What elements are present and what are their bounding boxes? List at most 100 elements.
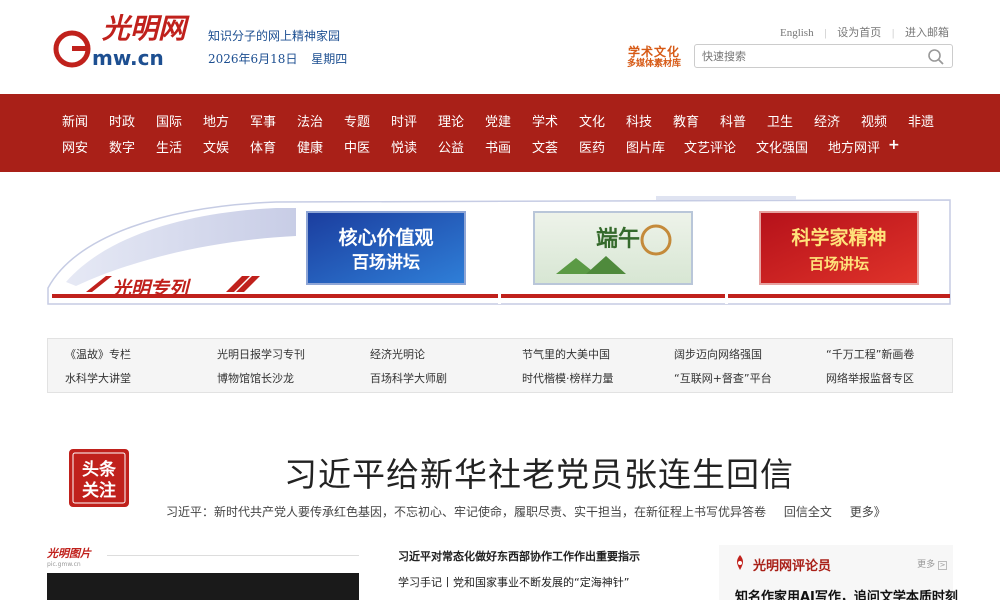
card2-text: 端午 — [596, 226, 640, 252]
quick-links-box: 《温故》专栏 光明日报学习专刊 经济光明论 节气里的大美中国 阔步迈向网络强国 … — [47, 338, 953, 393]
card3-line1: 科学家精神 — [791, 226, 886, 249]
nav-item[interactable]: 中医 — [344, 137, 391, 157]
nav-item[interactable]: 地方 — [203, 111, 250, 131]
nav-item[interactable]: 经济 — [814, 111, 861, 131]
news-item[interactable]: 习近平对常态化做好东西部协作工作作出重要指示 — [398, 548, 640, 564]
nav-item[interactable]: 专题 — [344, 111, 391, 131]
nav-item[interactable]: 视频 — [861, 111, 908, 131]
current-date: 2026年6月18日 星期四 — [208, 50, 357, 67]
quick-link[interactable]: 博物馆馆长沙龙 — [217, 370, 294, 386]
more-label: 更多 — [917, 560, 936, 570]
nav-row-1: 新闻 时政 国际 地方 军事 法治 专题 时评 理论 党建 学术 文化 科技 教育 科普 卫生 经济 视频 非遗 — [62, 111, 955, 131]
nav-item[interactable]: 文荟 — [532, 137, 579, 157]
email-link[interactable]: 进入邮箱 — [905, 27, 949, 39]
quick-link[interactable]: “千万工程”新画卷 — [826, 346, 914, 362]
nav-item[interactable]: 文化 — [579, 111, 626, 131]
headline-summary[interactable]: 习近平：新时代共产党人要传承红色基因，不忘初心、牢记使命，履职尽责、实干担当，在… — [166, 505, 766, 519]
site-header: 光明网 mw.cn 知识分子的网上精神家园 2026年6月18日 星期四 Eng… — [0, 0, 1000, 94]
arrow-box-icon: > — [938, 561, 947, 570]
nav-item[interactable]: 新闻 — [62, 111, 109, 131]
seal-line1: 头条 — [82, 459, 117, 480]
nav-item[interactable]: 教育 — [673, 111, 720, 131]
commentator-panel: 光明网评论员 更多 > 知名作家用AI写作，追问文学本质时刻 — [719, 545, 958, 600]
nav-item[interactable]: 公益 — [438, 137, 485, 157]
nav-item[interactable]: 健康 — [297, 137, 344, 157]
full-letter-link[interactable]: 回信全文 — [784, 505, 832, 519]
nav-item[interactable]: 理论 — [438, 111, 485, 131]
search-box[interactable] — [694, 44, 953, 68]
nav-item[interactable]: 卫生 — [767, 111, 814, 131]
quick-link[interactable]: 光明日报学习专刊 — [217, 346, 305, 362]
nav-item[interactable]: 法治 — [297, 111, 344, 131]
quick-link[interactable]: 网络举报监督专区 — [826, 370, 914, 386]
news-list: 习近平对常态化做好东西部协作工作作出重要指示 学习手记丨党和国家事业不断发展的“… — [398, 548, 640, 590]
search-input[interactable] — [695, 45, 915, 68]
picture-thumbnail[interactable] — [47, 573, 359, 600]
nav-item[interactable]: 文娱 — [203, 137, 250, 157]
main-nav: 新闻 时政 国际 地方 军事 法治 专题 时评 理论 党建 学术 文化 科技 教育 科普 卫生 经济 视频 非遗 网… — [0, 94, 1000, 172]
card1-line1: 核心价值观 — [338, 226, 433, 249]
nav-item[interactable]: 非遗 — [908, 111, 955, 131]
quick-link[interactable]: 时代楷模·榜样力量 — [522, 370, 614, 386]
nav-item[interactable]: 军事 — [250, 111, 297, 131]
nav-item[interactable]: 科普 — [720, 111, 767, 131]
more-link[interactable]: 更多》 — [850, 505, 886, 519]
set-homepage-link[interactable]: 设为首页 — [837, 27, 881, 39]
quick-link[interactable]: “互联网+督查”平台 — [674, 370, 772, 386]
nav-item[interactable]: 国际 — [156, 111, 203, 131]
train-label: 光明专列 — [111, 278, 191, 300]
nav-item[interactable]: 时评 — [391, 111, 438, 131]
nav-item[interactable]: 医药 — [579, 137, 626, 157]
nav-item[interactable]: 体育 — [250, 137, 297, 157]
search-icon[interactable] — [927, 48, 945, 66]
commentator-more-link[interactable]: 更多 > — [917, 557, 947, 570]
pictures-logo-text: 光明图片 — [47, 547, 91, 560]
nav-item[interactable]: 网安 — [62, 137, 109, 157]
divider: | — [892, 27, 895, 39]
site-slogan: 知识分子的网上精神家园 — [208, 29, 341, 43]
nav-expand-button[interactable]: + — [888, 137, 900, 157]
date-text: 2026年6月18日 — [208, 52, 298, 66]
nav-item[interactable]: 科技 — [626, 111, 673, 131]
nav-item[interactable]: 生活 — [156, 137, 203, 157]
card3-line2: 百场讲坛 — [809, 255, 869, 273]
nav-item[interactable]: 书画 — [485, 137, 532, 157]
svg-text:光明网: 光明网 — [101, 12, 190, 45]
nav-item[interactable]: 数字 — [109, 137, 156, 157]
headline-title[interactable]: 习近平给新华社老党员张连生回信 — [284, 448, 794, 496]
quick-link[interactable]: 阔步迈向网络强国 — [674, 346, 762, 362]
quick-link[interactable]: 水科学大讲堂 — [65, 370, 131, 386]
divider: | — [824, 27, 827, 39]
english-link[interactable]: English — [780, 27, 814, 39]
news-item[interactable]: 学习手记丨党和国家事业不断发展的“定海神针” — [398, 574, 640, 590]
nav-item[interactable]: 图片库 — [626, 137, 684, 157]
gmw-logo[interactable]: 光明网 mw.cn — [52, 12, 202, 72]
quick-link[interactable]: 百场科学大师剧 — [370, 370, 447, 386]
svg-text:mw.cn: mw.cn — [92, 46, 164, 70]
headline-seal-icon: 头条 关注 — [69, 449, 129, 507]
xswh-library-logo[interactable]: 学术文化 多媒体素材库 — [620, 46, 688, 70]
divider — [107, 555, 359, 556]
pictures-logo[interactable]: 光明图片 pic.gmw.cn — [47, 545, 91, 568]
commentator-headline[interactable]: 知名作家用AI写作，追问文学本质时刻 — [735, 586, 958, 600]
nav-item[interactable]: 文艺评论 — [684, 137, 756, 157]
card1-line2: 百场讲坛 — [352, 252, 420, 273]
commentator-title[interactable]: 光明网评论员 — [753, 555, 831, 574]
nav-item[interactable]: 悦读 — [391, 137, 438, 157]
nav-row-2: 网安 数字 生活 文娱 体育 健康 中医 悦读 公益 书画 文荟 医药 图片库 文艺评论 文化强国 地方网评 + — [62, 137, 900, 157]
weekday-text: 星期四 — [311, 52, 348, 66]
nav-item[interactable]: 党建 — [485, 111, 532, 131]
nav-item[interactable]: 地方网评 — [828, 137, 890, 157]
quick-link[interactable]: 节气里的大美中国 — [522, 346, 610, 362]
guangming-express-banner[interactable]: 光明专列 核心价值观 百场讲坛 端午 科学家精神 百场讲坛 — [46, 196, 953, 308]
nav-item[interactable]: 时政 — [109, 111, 156, 131]
nav-item[interactable]: 文化强国 — [756, 137, 828, 157]
commentator-icon — [737, 555, 743, 570]
quick-link[interactable]: 《温故》专栏 — [65, 346, 131, 362]
pictures-logo-sub: pic.gmw.cn — [47, 561, 81, 568]
headline-subline: 习近平：新时代共产党人要传承红色基因，不忘初心、牢记使命，履职尽责、实干担当，在… — [166, 503, 900, 520]
quick-link[interactable]: 经济光明论 — [370, 346, 425, 362]
xswh-line1: 学术文化 — [627, 45, 680, 59]
seal-line2: 关注 — [82, 480, 116, 501]
nav-item[interactable]: 学术 — [532, 111, 579, 131]
